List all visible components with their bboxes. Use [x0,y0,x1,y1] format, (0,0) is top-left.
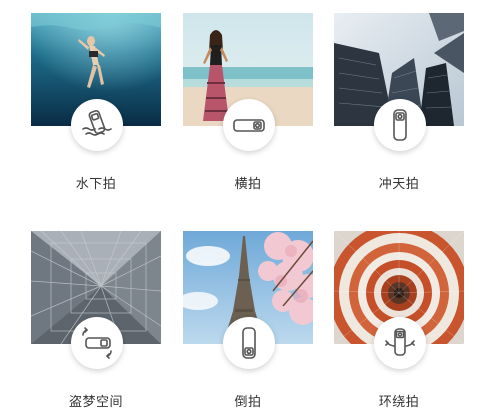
inverted-mode-badge [223,317,275,369]
mode-label: 横拍 [234,177,262,192]
camera-in-water-icon [82,109,112,136]
camera-inverted-icon [242,327,256,359]
mode-label: 水下拍 [75,177,117,192]
camera-orbit-icon [385,328,415,356]
mode-label: 倒拍 [234,395,262,410]
mode-label: 环绕拍 [378,395,420,410]
mode-label: 盗梦空间 [68,395,123,410]
mode-label: 冲天拍 [378,177,420,192]
horizontal-mode-badge [223,99,275,151]
inception-mode-badge [71,317,123,369]
shooting-mode-grid: 水下拍 横拍 冲天拍 盗梦空间 倒拍 环绕拍 [0,0,500,419]
camera-rotate-horizontal-icon [82,327,112,359]
orbit-mode-badge [374,317,426,369]
sky-mode-badge [374,99,426,151]
underwater-mode-badge [71,99,123,151]
camera-vertical-icon [393,109,407,141]
camera-horizontal-icon [233,119,265,132]
